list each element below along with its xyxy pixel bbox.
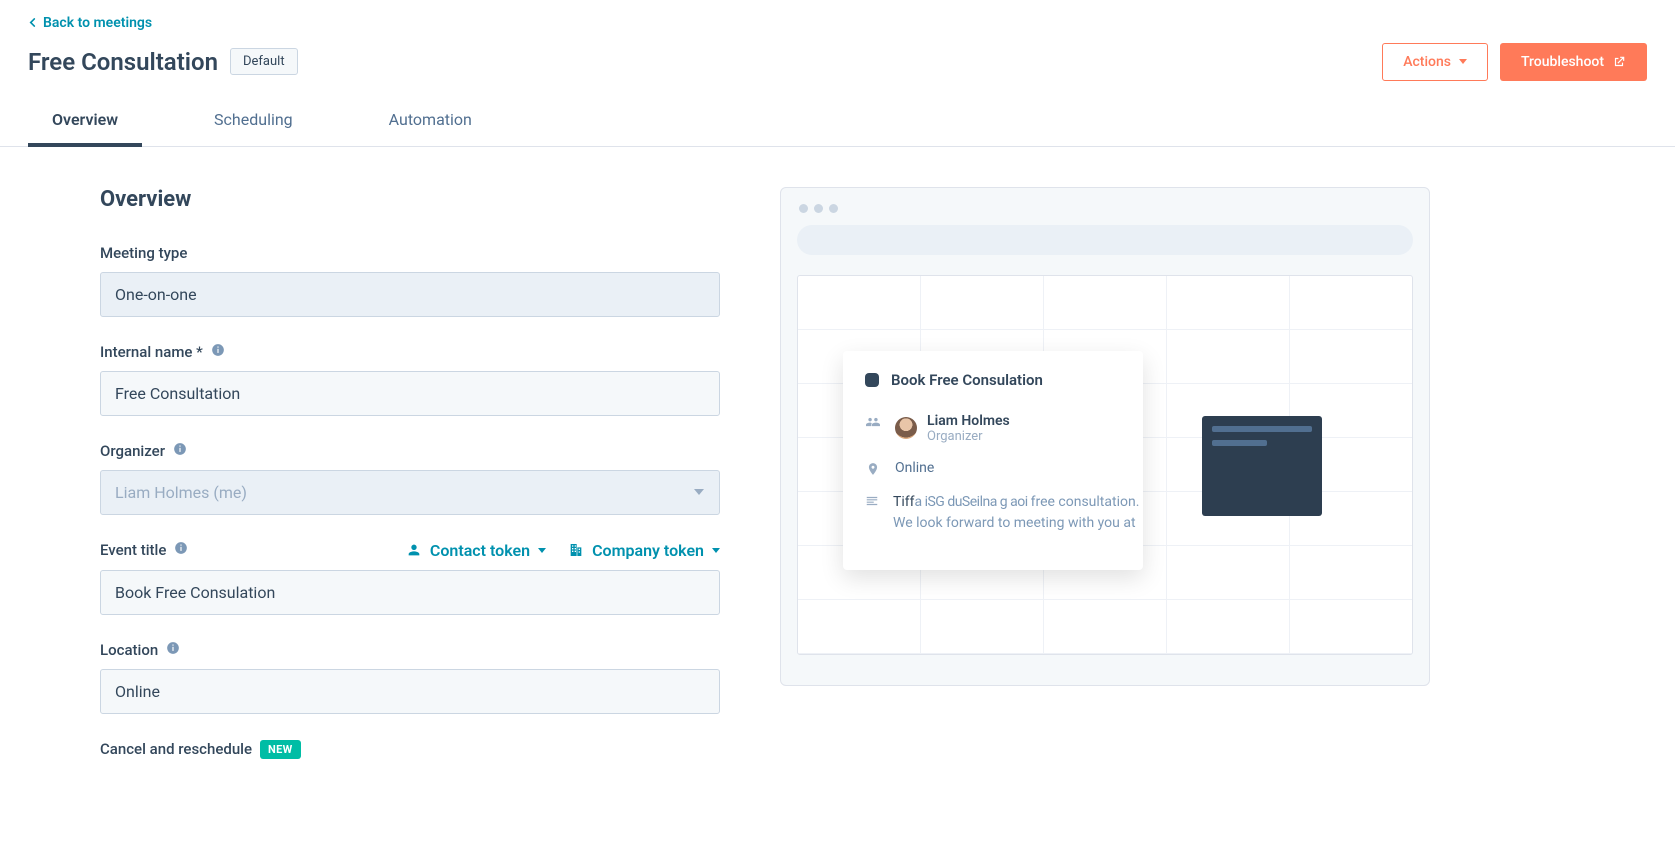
cancel-reschedule-label: Cancel and reschedule NEW [100,740,301,759]
troubleshoot-button-label: Troubleshoot [1521,54,1604,70]
contact-token-button[interactable]: Contact token [406,541,546,560]
tab-scheduling[interactable]: Scheduling [190,110,317,147]
building-icon [568,542,584,558]
info-icon[interactable] [166,641,180,659]
caret-down-icon [1459,59,1467,64]
preview-panel: Book Free Consulation Liam Holmes Organi… [780,187,1430,686]
chevron-down-icon [694,489,704,495]
window-dots [797,204,1413,213]
popover-organizer-name: Liam Holmes [927,413,1010,429]
popover-title-text: Book Free Consulation [891,371,1043,389]
people-icon [865,413,881,429]
url-bar-placeholder [797,225,1413,255]
tab-overview[interactable]: Overview [28,110,142,147]
back-to-meetings-link[interactable]: Back to meetings [28,15,152,31]
event-color-dot [865,373,879,387]
info-icon[interactable] [211,343,225,361]
info-icon[interactable] [173,442,187,460]
calendar-event-block [1202,416,1322,516]
troubleshoot-button[interactable]: Troubleshoot [1500,43,1647,81]
location-input[interactable] [100,669,720,714]
popover-organizer-role: Organizer [927,429,1010,444]
organizer-label: Organizer [100,442,187,460]
external-link-icon [1612,55,1626,69]
company-token-button[interactable]: Company token [568,541,720,560]
meeting-type-label: Meeting type [100,244,187,262]
caret-down-icon [712,548,720,553]
organizer-select[interactable]: Liam Holmes (me) [100,470,720,515]
event-popover: Book Free Consulation Liam Holmes Organi… [843,351,1143,570]
tab-automation[interactable]: Automation [365,110,496,147]
meeting-type-value: One-on-one [100,272,720,317]
caret-down-icon [538,548,546,553]
new-pill: NEW [260,740,300,759]
actions-button[interactable]: Actions [1382,43,1488,81]
overview-section-title: Overview [100,187,720,212]
description-icon [865,492,879,508]
back-to-meetings-label: Back to meetings [43,15,152,31]
location-label: Location [100,641,180,659]
tabs: Overview Scheduling Automation [0,109,1675,147]
calendar-grid: Book Free Consulation Liam Holmes Organi… [797,275,1413,655]
internal-name-input[interactable] [100,371,720,416]
chevron-left-icon [28,18,37,27]
location-pin-icon [865,460,881,476]
person-icon [406,542,422,558]
actions-button-label: Actions [1403,54,1451,70]
info-icon[interactable] [174,541,188,559]
event-title-input[interactable] [100,570,720,615]
popover-description: Tiffa iSG duSeilna g aoi free consultati… [893,492,1139,534]
avatar [895,417,917,439]
page-title: Free Consultation [28,48,218,76]
popover-location: Online [895,460,934,476]
event-title-label: Event title [100,541,188,559]
default-badge: Default [230,48,298,75]
internal-name-label: Internal name * [100,343,225,361]
